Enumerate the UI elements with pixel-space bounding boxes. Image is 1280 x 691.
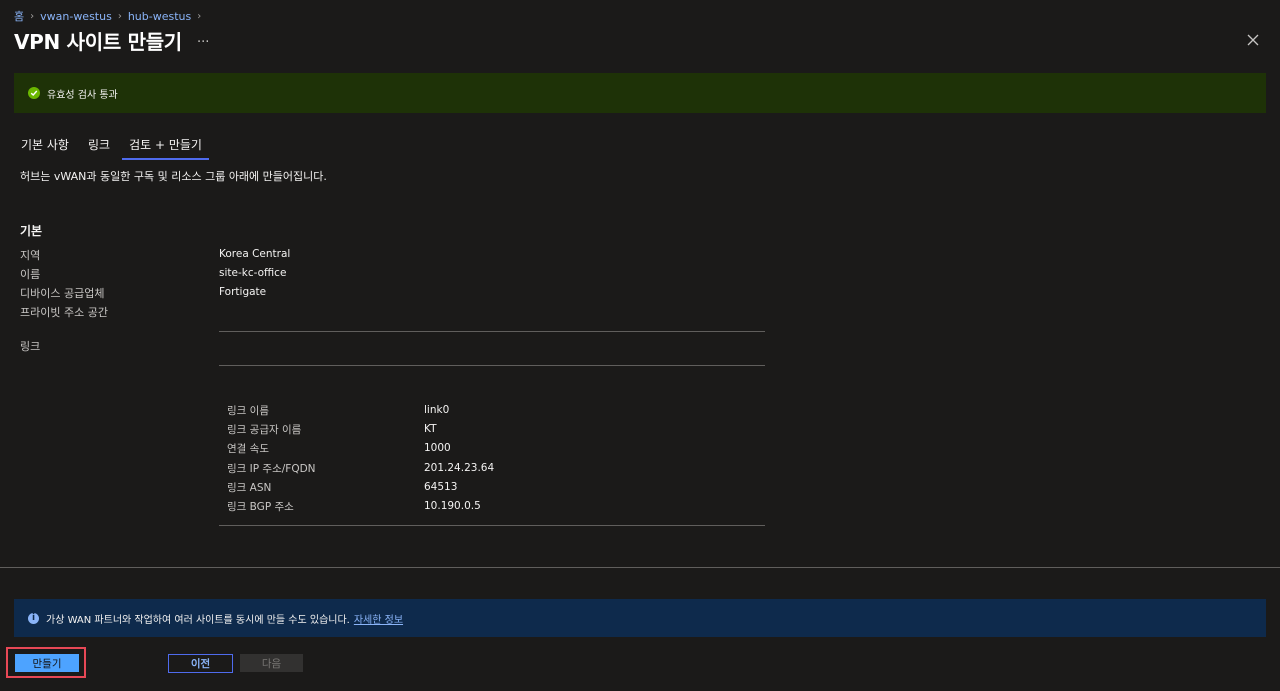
close-icon: [1247, 34, 1259, 46]
learn-more-link[interactable]: 자세한 정보: [354, 611, 403, 626]
vendor-label: 디바이스 공급업체: [20, 287, 105, 300]
footer-divider: [0, 567, 1280, 568]
tab-links[interactable]: 링크: [81, 136, 117, 160]
link-name-label: 링크 이름: [227, 405, 269, 417]
link-speed-value: 1000: [424, 442, 451, 454]
divider: [219, 331, 765, 332]
create-button[interactable]: 만들기: [15, 654, 79, 672]
breadcrumb-vwan[interactable]: vwan-westus: [40, 10, 112, 23]
link-name-value: link0: [424, 404, 450, 416]
next-button: 다음: [240, 654, 303, 672]
name-value: site-kc-office: [219, 267, 287, 279]
link-bgp-label: 링크 BGP 주소: [227, 501, 294, 513]
private-address-space-label: 프라이빗 주소 공간: [20, 306, 108, 319]
previous-button[interactable]: 이전: [168, 654, 233, 673]
info-text: 가상 WAN 파트너와 작업하여 여러 사이트를 동시에 만들 수도 있습니다.: [46, 614, 350, 626]
link-ip-label: 링크 IP 주소/FQDN: [227, 463, 316, 475]
region-label: 지역: [20, 249, 41, 262]
link-asn-label: 링크 ASN: [227, 482, 272, 494]
breadcrumb-home[interactable]: 홈: [14, 8, 24, 24]
more-options-button[interactable]: ...: [197, 31, 209, 46]
breadcrumb: 홈 › vwan-westus › hub-westus ›: [14, 8, 201, 24]
tab-basics[interactable]: 기본 사항: [14, 136, 76, 160]
divider: [219, 525, 765, 526]
description: 허브는 vWAN과 동일한 구독 및 리소스 그룹 아래에 만들어집니다.: [20, 170, 327, 183]
link-asn-value: 64513: [424, 481, 458, 493]
validation-banner: 유효성 검사 통과: [14, 73, 1266, 113]
validation-text: 유효성 검사 통과: [47, 89, 118, 101]
page-title: VPN 사이트 만들기: [14, 30, 182, 54]
close-button[interactable]: [1243, 30, 1263, 50]
tab-review-create[interactable]: 검토 + 만들기: [122, 136, 209, 160]
link-provider-label: 링크 공급자 이름: [227, 424, 302, 436]
link-ip-value: 201.24.23.64: [424, 462, 495, 474]
divider: [219, 365, 765, 366]
vendor-value: Fortigate: [219, 286, 267, 298]
chevron-right-icon: ›: [117, 10, 122, 22]
info-icon: i: [28, 612, 39, 624]
links-label: 링크: [20, 340, 41, 353]
link-provider-value: KT: [424, 423, 437, 435]
region-value: Korea Central: [219, 248, 291, 260]
tab-bar: 기본 사항 링크 검토 + 만들기: [14, 136, 214, 160]
check-circle-icon: [28, 87, 40, 99]
link-bgp-value: 10.190.0.5: [424, 500, 481, 512]
breadcrumb-hub[interactable]: hub-westus: [128, 10, 191, 23]
chevron-right-icon: ›: [30, 10, 35, 22]
link-speed-label: 연결 속도: [227, 443, 269, 455]
info-banner: i 가상 WAN 파트너와 작업하여 여러 사이트를 동시에 만들 수도 있습니…: [14, 599, 1266, 637]
basics-title: 기본: [20, 224, 43, 238]
name-label: 이름: [20, 268, 41, 281]
chevron-right-icon: ›: [197, 10, 202, 22]
